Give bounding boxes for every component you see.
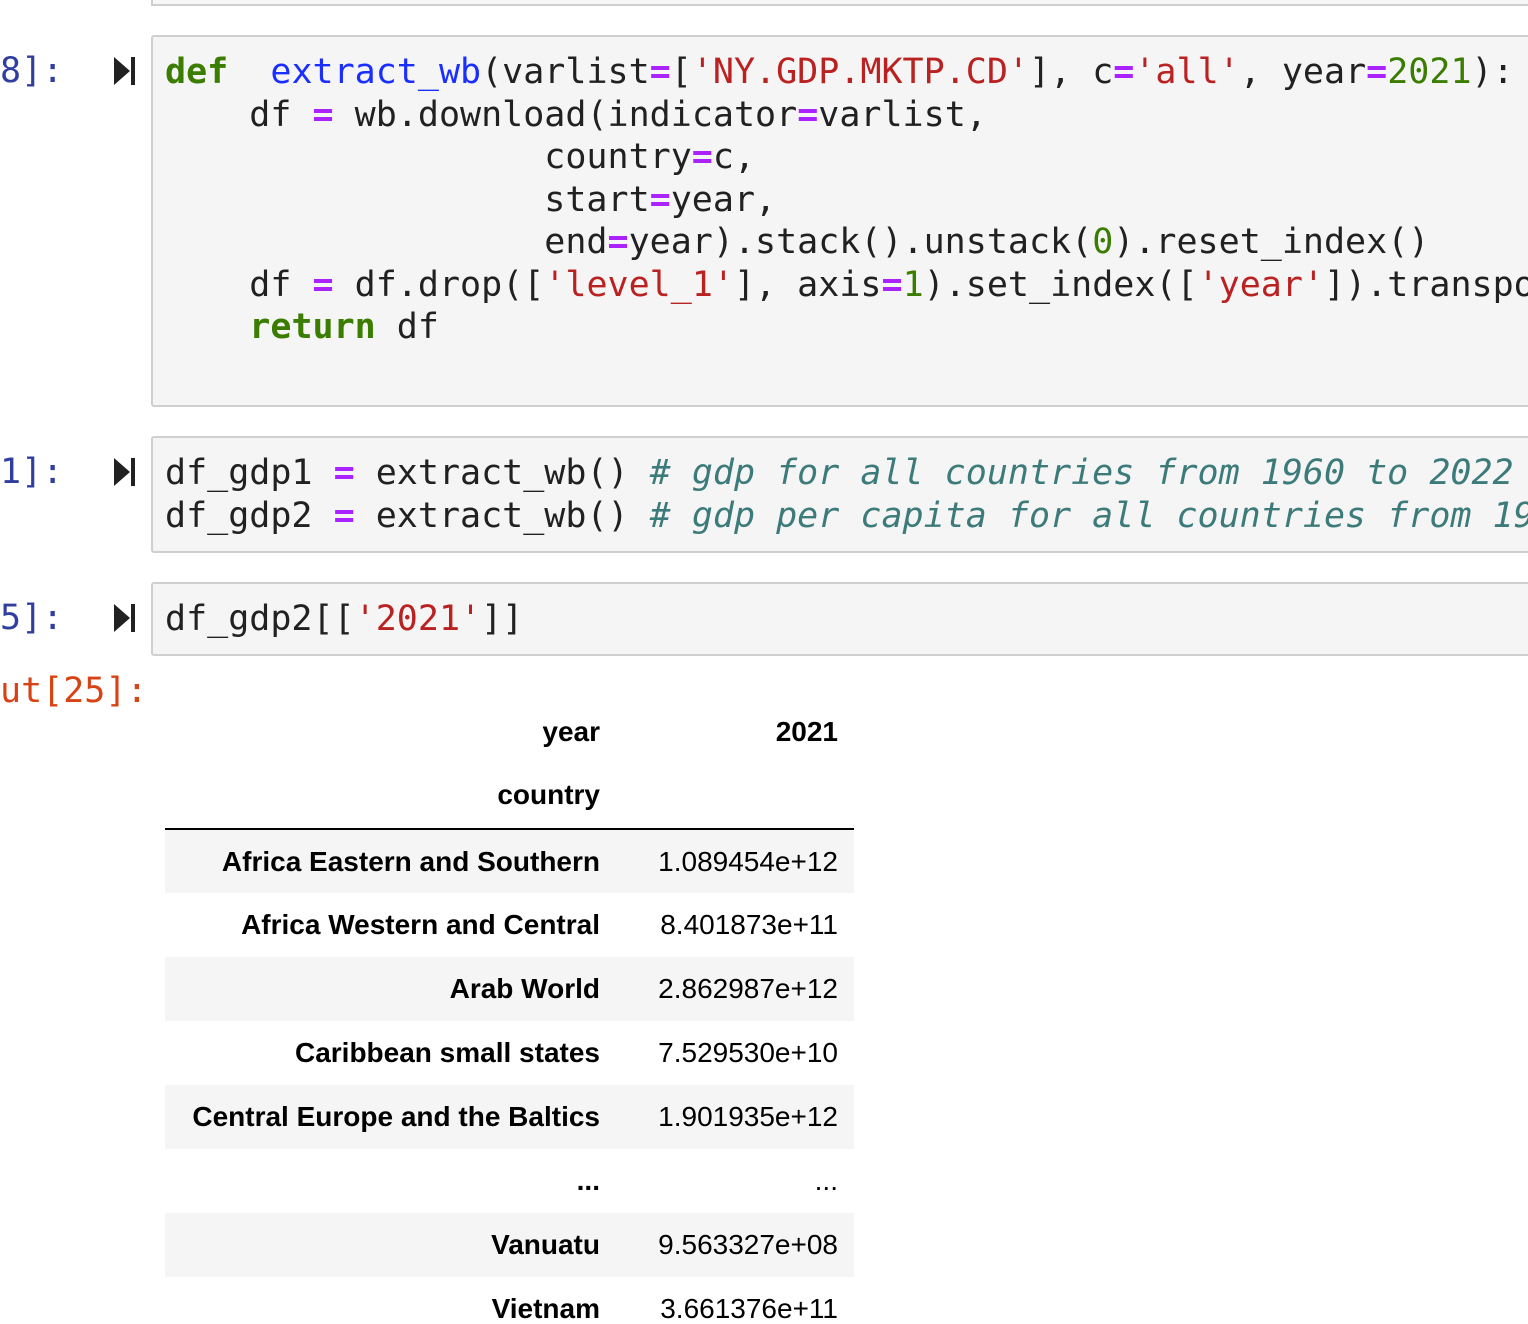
table-row: Caribbean small states 7.529530e+10 — [165, 1021, 854, 1085]
run-cell-icon[interactable] — [112, 601, 138, 635]
row-value: 9.563327e+08 — [658, 1229, 838, 1260]
table-row-ellipsis: ... ... — [165, 1149, 854, 1213]
row-index-label: Vietnam — [491, 1293, 600, 1324]
cell-3-code-input[interactable]: df_gdp2[['2021']] — [151, 582, 1528, 656]
table-row: Africa Western and Central 8.401873e+11 — [165, 893, 854, 957]
row-value: ... — [814, 1165, 838, 1196]
columns-name-header: year — [542, 716, 600, 747]
table-row: Central Europe and the Baltics 1.901935e… — [165, 1085, 854, 1149]
row-index-label: Africa Western and Central — [241, 909, 600, 940]
cell-1-code-input[interactable]: def extract_wb(varlist=['NY.GDP.MKTP.CD'… — [151, 35, 1528, 407]
row-index-label: Central Europe and the Baltics — [192, 1101, 600, 1132]
cell-1-prompt: 8]: — [0, 51, 64, 91]
notebook-page: 8]: def extract_wb(varlist=['NY.GDP.MKTP… — [0, 0, 1528, 1324]
cell-3-prompt: 5]: — [0, 598, 64, 638]
row-value: 2.862987e+12 — [658, 973, 838, 1004]
run-cell-icon[interactable] — [112, 455, 138, 489]
table-header-row: year 2021 — [165, 702, 854, 762]
cell-2-code: df_gdp1 = extract_wb() # gdp for all cou… — [165, 453, 1528, 536]
cell-3-code: df_gdp2[['2021']] — [165, 599, 524, 639]
row-index-label: Caribbean small states — [294, 1037, 600, 1068]
table-row: Vanuatu 9.563327e+08 — [165, 1213, 854, 1277]
index-name-row: country — [165, 762, 854, 830]
table-row: Vietnam 3.661376e+11 — [165, 1277, 854, 1324]
row-value: 3.661376e+11 — [660, 1293, 838, 1324]
row-index-label: Africa Eastern and Southern — [221, 845, 600, 877]
output-prompt: ut[25]: — [0, 671, 148, 711]
row-index-label: ... — [576, 1165, 600, 1196]
table-row: Africa Eastern and Southern 1.089454e+12 — [165, 829, 854, 893]
row-value: 7.529530e+10 — [658, 1037, 838, 1068]
run-cell-icon[interactable] — [112, 54, 138, 88]
cell-2-prompt: 1]: — [0, 452, 64, 492]
cell-2-code-input[interactable]: df_gdp1 = extract_wb() # gdp for all cou… — [151, 436, 1528, 553]
row-index-label: Arab World — [449, 973, 600, 1004]
row-value: 1.901935e+12 — [658, 1101, 838, 1132]
cell-1-code: def extract_wb(varlist=['NY.GDP.MKTP.CD'… — [165, 52, 1528, 347]
index-name-header: country — [165, 762, 616, 830]
index-name-blank — [616, 762, 854, 830]
output-dataframe-table: year 2021 country Africa Eastern and Sou… — [165, 702, 854, 1324]
row-value: 1.089454e+12 — [658, 845, 838, 877]
row-index-label: Vanuatu — [491, 1229, 600, 1260]
row-value: 8.401873e+11 — [660, 909, 838, 940]
column-header-2021: 2021 — [775, 716, 838, 747]
table-row: Arab World 2.862987e+12 — [165, 957, 854, 1021]
previous-cell-edge — [151, 0, 1528, 6]
